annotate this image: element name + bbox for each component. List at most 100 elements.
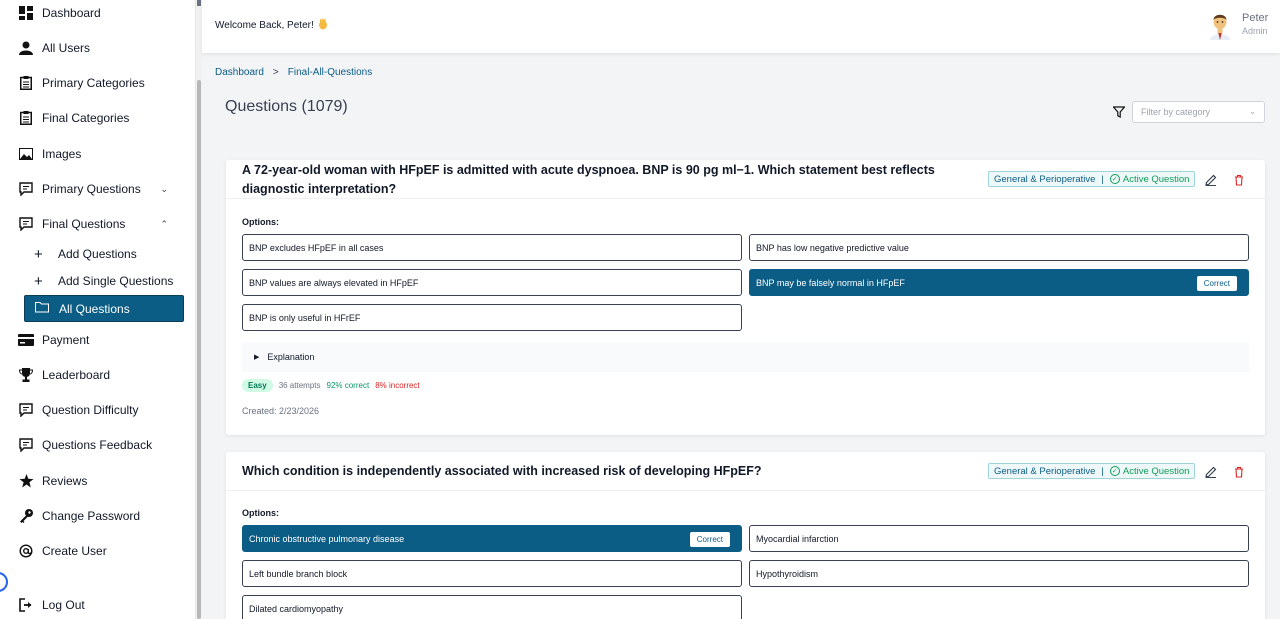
tag-divider: |	[1101, 465, 1104, 477]
page-title: Questions (1079)	[225, 98, 348, 115]
category-label: General & Perioperative	[994, 465, 1096, 477]
edit-icon[interactable]	[1205, 173, 1217, 186]
explanation-toggle[interactable]: ▶ Explanation	[242, 342, 1249, 372]
option[interactable]: BNP values are always elevated in HFpEF	[242, 269, 742, 296]
welcome-message: Welcome Back, Peter!	[215, 18, 329, 31]
option-text: Chronic obstructive pulmonary disease	[249, 533, 405, 544]
status-label: Active Question	[1122, 465, 1190, 477]
category-filter-select[interactable]: Filter by category ⌄	[1132, 101, 1265, 123]
question-stats: Easy 36 attempts 92% correct 8% incorrec…	[242, 379, 420, 392]
sidebar-item-primary-questions[interactable]: Primary Questions ⌄	[0, 174, 190, 204]
correct-percentage: 92% correct	[326, 381, 370, 390]
delete-icon[interactable]	[1233, 173, 1245, 186]
sidebar-item-label: Final Categories	[42, 111, 130, 125]
option[interactable]: Hypothyroidism	[749, 560, 1249, 587]
filter-icon	[1112, 105, 1126, 118]
sidebar-item-final-questions[interactable]: Final Questions ⌃	[0, 209, 190, 239]
question-text: A 72-year-old woman with HFpEF is admitt…	[242, 163, 935, 196]
sidebar-item-payment[interactable]: Payment	[0, 325, 190, 355]
question-text: Which condition is independently associa…	[242, 464, 762, 478]
sidebar-item-label: Dashboard	[42, 6, 101, 20]
trophy-icon	[18, 367, 34, 383]
sidebar-subitem-add-single-questions[interactable]: + Add Single Questions	[24, 268, 184, 294]
card-icon	[18, 332, 34, 348]
category-status-tag: General & Perioperative | ✓ Active Quest…	[988, 463, 1196, 479]
chat-icon	[18, 402, 34, 418]
option-text: BNP excludes HFpEF in all cases	[249, 242, 384, 253]
chevron-right-icon: >	[272, 67, 279, 78]
sidebar-item-label: All Users	[42, 41, 91, 55]
at-icon	[18, 543, 34, 559]
sidebar-item-final-categories[interactable]: Final Categories	[0, 103, 190, 133]
breadcrumb-current: Final-All-Questions	[287, 67, 373, 78]
sidebar-item-label: Question Difficulty	[42, 403, 139, 417]
option[interactable]: Dilated cardiomyopathy	[242, 595, 742, 619]
question-card: A 72-year-old woman with HFpEF is admitt…	[226, 160, 1265, 435]
check-circle-icon: ✓	[1109, 466, 1120, 476]
breadcrumb: Dashboard > Final-All-Questions	[215, 67, 372, 78]
sidebar-item-create-user[interactable]: Create User	[0, 536, 190, 566]
sidebar-item-reviews[interactable]: Reviews	[0, 466, 190, 496]
plus-icon: +	[34, 272, 43, 290]
sidebar-item-change-password[interactable]: Change Password	[0, 501, 190, 531]
attempts-count: 36 attempts	[278, 381, 321, 390]
avatar[interactable]	[1207, 10, 1233, 40]
sidebar-subitem-add-questions[interactable]: + Add Questions	[24, 241, 184, 267]
edit-icon[interactable]	[1205, 465, 1217, 478]
sidebar-item-questions-feedback[interactable]: Questions Feedback	[0, 430, 190, 460]
option[interactable]: BNP is only useful in HFrEF	[242, 304, 742, 331]
plus-icon: +	[34, 245, 43, 263]
sidebar-subitem-label: Add Single Questions	[58, 274, 174, 288]
sidebar-item-label: Change Password	[42, 509, 141, 523]
breadcrumb-dashboard-link[interactable]: Dashboard	[215, 67, 264, 78]
sidebar-item-all-users[interactable]: All Users	[0, 33, 190, 63]
option-text: Hypothyroidism	[756, 568, 819, 579]
star-icon	[18, 473, 34, 489]
option[interactable]: BNP excludes HFpEF in all cases	[242, 234, 742, 261]
sidebar-item-images[interactable]: Images	[0, 139, 190, 169]
option-correct[interactable]: BNP may be falsely normal in HFpEF Corre…	[749, 269, 1249, 296]
chat-icon	[18, 181, 34, 197]
status-label: Active Question	[1122, 173, 1190, 185]
category-label: General & Perioperative	[994, 173, 1096, 185]
filter-placeholder: Filter by category	[1141, 107, 1211, 117]
difficulty-badge: Easy	[242, 379, 273, 392]
option-text: BNP may be falsely normal in HFpEF	[756, 277, 905, 288]
logout-icon	[18, 597, 34, 613]
sidebar-item-question-difficulty[interactable]: Question Difficulty	[0, 395, 190, 425]
tag-divider: |	[1101, 173, 1104, 185]
sidebar-item-label: Log Out	[42, 598, 85, 612]
user-role: Admin	[1242, 26, 1268, 36]
delete-icon[interactable]	[1233, 465, 1245, 478]
sidebar-item-label: Payment	[42, 333, 90, 347]
sidebar-item-label: Final Questions	[42, 217, 126, 231]
chat-icon	[18, 216, 34, 232]
sidebar-scroll-thumb[interactable]	[197, 80, 201, 619]
option[interactable]: Left bundle branch block	[242, 560, 742, 587]
sidebar-item-log-out[interactable]: Log Out	[0, 590, 190, 619]
dashboard-icon	[18, 5, 34, 21]
sidebar-item-label: Leaderboard	[42, 368, 111, 382]
option-text: Myocardial infarction	[756, 533, 839, 544]
key-icon	[18, 508, 34, 524]
check-circle-icon: ✓	[1109, 174, 1120, 184]
image-icon	[18, 146, 34, 162]
scroll-up-arrow[interactable]	[197, 0, 201, 6]
option-text: Left bundle branch block	[249, 568, 348, 579]
options-label: Options:	[242, 508, 279, 518]
sidebar-subitem-all-questions[interactable]: All Questions	[24, 295, 184, 322]
question-card: Which condition is independently associa…	[226, 452, 1265, 619]
clipboard-icon	[18, 110, 34, 126]
sidebar-item-primary-categories[interactable]: Primary Categories	[0, 68, 190, 98]
user-icon	[18, 40, 34, 56]
chevron-up-icon: ⌃	[160, 218, 168, 229]
sidebar-item-leaderboard[interactable]: Leaderboard	[0, 360, 190, 390]
top-header: Welcome Back, Peter! Peter Admin	[202, 0, 1280, 54]
option[interactable]: Myocardial infarction	[749, 525, 1249, 552]
option-correct[interactable]: Chronic obstructive pulmonary disease Co…	[242, 525, 742, 552]
sidebar-item-label: Reviews	[42, 474, 88, 488]
option[interactable]: BNP has low negative predictive value	[749, 234, 1249, 261]
sidebar-item-dashboard[interactable]: Dashboard	[0, 0, 190, 28]
sidebar-item-label: Create User	[42, 544, 107, 558]
sidebar-item-label: Questions Feedback	[42, 438, 153, 452]
